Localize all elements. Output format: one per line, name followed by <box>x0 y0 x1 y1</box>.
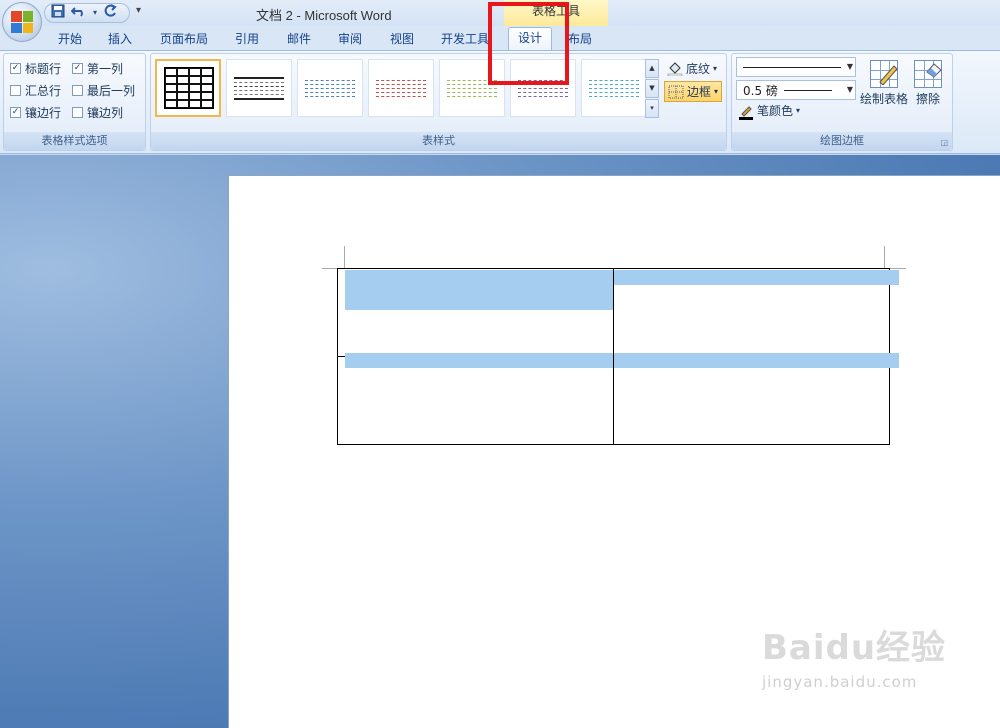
borders-icon <box>668 85 684 99</box>
line-weight-preview <box>783 89 832 91</box>
crop-mark <box>884 246 885 268</box>
table-cell[interactable] <box>337 356 614 445</box>
first-column-checkbox[interactable]: ✓ 第一列 <box>72 60 123 77</box>
chevron-down-icon: ▼ <box>846 85 853 94</box>
crop-mark <box>344 246 345 268</box>
chevron-down-icon: ▾ <box>714 87 719 96</box>
customize-qat-arrow[interactable]: ▾ <box>136 5 141 16</box>
table-style-red[interactable] <box>368 59 434 117</box>
shading-button[interactable]: 底纹 ▾ <box>667 60 717 77</box>
window-title: 文档 2 - Microsoft Word <box>256 8 392 23</box>
paint-bucket-icon <box>667 61 683 76</box>
office-logo-icon <box>11 11 33 33</box>
table-styles-gallery <box>155 59 647 119</box>
cell-selection-shading <box>345 353 613 368</box>
line-style-preview <box>743 66 841 68</box>
redo-icon[interactable] <box>103 4 117 22</box>
tab-layout[interactable]: 布局 <box>568 30 592 47</box>
banded-rows-checkbox[interactable]: ✓ 镶边行 <box>10 104 61 121</box>
highlight-annotation <box>488 2 569 85</box>
total-row-checkbox[interactable]: 汇总行 <box>10 82 61 99</box>
chevron-down-icon: ▼ <box>846 62 853 71</box>
last-column-checkbox[interactable]: 最后一列 <box>72 82 135 99</box>
pen-color-button[interactable]: 笔颜色 ▾ <box>738 102 801 120</box>
table-style-blue[interactable] <box>297 59 363 117</box>
checkbox[interactable] <box>72 85 83 96</box>
gallery-scroll-down-icon[interactable]: ▼ <box>645 79 659 98</box>
undo-dropdown-icon[interactable]: ▾ <box>93 5 97 21</box>
draw-table-icon <box>870 60 898 88</box>
tab-developer[interactable]: 开发工具 <box>441 30 489 47</box>
table-styles-group: ▲ ▼ ▾ 底纹 ▾ 边框 ▾ 表样式 <box>150 53 727 151</box>
dialog-launcher-icon[interactable]: ◲ <box>940 138 948 147</box>
undo-icon[interactable] <box>70 4 87 22</box>
table-style-grid[interactable] <box>155 59 221 117</box>
office-button[interactable] <box>2 2 42 42</box>
cell-selection-shading <box>345 270 613 310</box>
draw-borders-group: ▼ 0.5 磅 ▼ 笔颜色 ▾ 绘制表格 擦除 ◲ 绘图边框 <box>731 53 953 151</box>
group-label: 表格样式选项 <box>4 132 145 150</box>
group-label: 表样式 <box>151 132 726 150</box>
save-icon[interactable] <box>51 4 65 22</box>
quick-access-toolbar: ▾ <box>44 3 130 23</box>
checkbox[interactable]: ✓ <box>10 63 21 74</box>
line-weight-dropdown[interactable]: 0.5 磅 ▼ <box>736 80 856 100</box>
tab-insert[interactable]: 插入 <box>108 30 132 47</box>
gallery-scroll-up-icon[interactable]: ▲ <box>645 59 659 78</box>
draw-table-button[interactable]: 绘制表格 <box>860 60 908 107</box>
gallery-scroll: ▲ ▼ ▾ <box>645 59 659 118</box>
cell-selection-shading <box>614 270 899 285</box>
watermark-url: jingyan.baidu.com <box>762 673 918 691</box>
pen-color-icon <box>738 104 754 120</box>
eraser-button[interactable]: 擦除 <box>914 60 942 107</box>
table-style-aqua[interactable] <box>581 59 647 117</box>
grid-style-preview <box>164 67 214 109</box>
line-style-dropdown[interactable]: ▼ <box>736 57 856 77</box>
table-cell[interactable] <box>613 356 890 445</box>
tab-page-layout[interactable]: 页面布局 <box>160 30 208 47</box>
table-style-plain-black[interactable] <box>226 59 292 117</box>
table-row <box>337 356 890 445</box>
tab-view[interactable]: 视图 <box>390 30 414 47</box>
tab-references[interactable]: 引用 <box>235 30 259 47</box>
tab-mailings[interactable]: 邮件 <box>287 30 311 47</box>
baidu-watermark: Baidu经验 jingyan.baidu.com <box>762 620 946 691</box>
checkbox[interactable] <box>72 107 83 118</box>
chevron-down-icon: ▾ <box>713 64 718 73</box>
watermark-logo: Baidu经验 <box>762 628 947 668</box>
borders-button[interactable]: 边框 ▾ <box>664 81 723 102</box>
gallery-more-icon[interactable]: ▾ <box>645 99 659 118</box>
eraser-icon <box>914 60 942 88</box>
checkbox[interactable] <box>10 85 21 96</box>
banded-columns-checkbox[interactable]: 镶边列 <box>72 104 123 121</box>
chevron-down-icon: ▾ <box>796 106 801 115</box>
checkbox[interactable]: ✓ <box>10 107 21 118</box>
cell-selection-shading <box>614 353 899 368</box>
checkbox[interactable]: ✓ <box>72 63 83 74</box>
table-style-options-group: ✓ 标题行 ✓ 第一列 汇总行 最后一列 ✓ 镶边行 镶边列 表格样式选项 <box>3 53 146 151</box>
group-label: 绘图边框 <box>732 132 952 150</box>
tab-review[interactable]: 审阅 <box>338 30 362 47</box>
header-row-checkbox[interactable]: ✓ 标题行 <box>10 60 61 77</box>
tab-home[interactable]: 开始 <box>58 30 82 47</box>
